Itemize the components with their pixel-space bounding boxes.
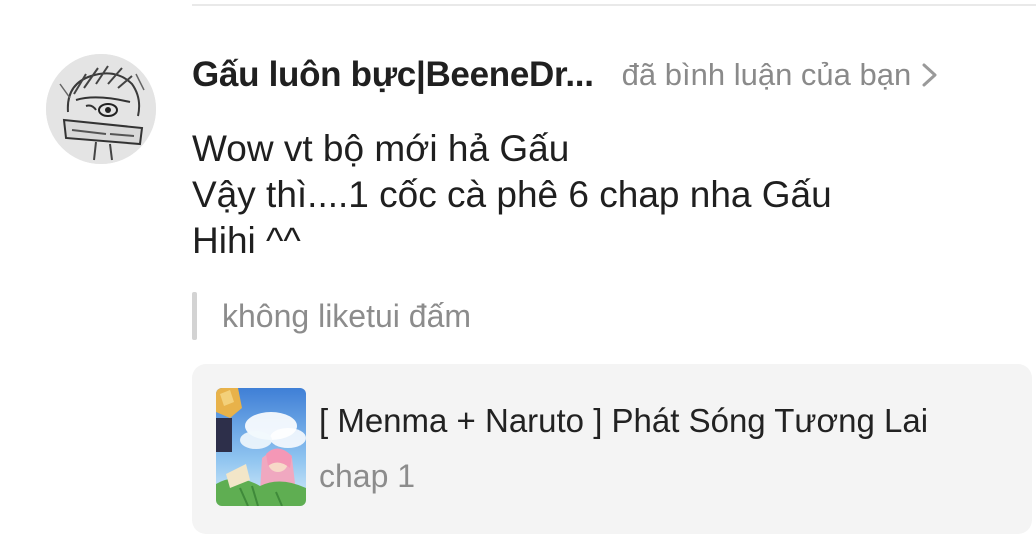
notification-header[interactable]: Gấu luôn bực|BeeneDr... đã bình luận của…	[192, 52, 1032, 98]
comment-line: Hihi ^^	[192, 220, 301, 261]
story-title-link[interactable]: [ Menma + Naruto ] Phát Sóng Tương Lai	[319, 402, 928, 440]
action-text: đã bình luận của bạn	[621, 57, 912, 92]
comment-line: Vậy thì....1 cốc cà phê 6 chap nha Gấu	[192, 174, 832, 215]
comment-body: Wow vt bộ mới hả Gấu Vậy thì....1 cốc cà…	[192, 126, 1022, 264]
quote-bar	[192, 292, 197, 340]
quoted-comment: không liketui đấm	[192, 292, 471, 340]
sketch-avatar-icon	[46, 54, 156, 164]
top-divider	[192, 4, 1036, 6]
comment-line: Wow vt bộ mới hả Gấu	[192, 128, 570, 169]
story-card[interactable]: [ Menma + Naruto ] Phát Sóng Tương Lai c…	[192, 364, 1032, 534]
avatar[interactable]	[46, 54, 156, 164]
username-link[interactable]: Gấu luôn bực|BeeneDr...	[192, 55, 594, 95]
story-chapter: chap 1	[319, 458, 416, 494]
story-cover-image[interactable]	[216, 388, 306, 506]
quoted-comment-text: không liketui đấm	[222, 297, 472, 334]
chevron-right-icon[interactable]	[919, 60, 941, 90]
